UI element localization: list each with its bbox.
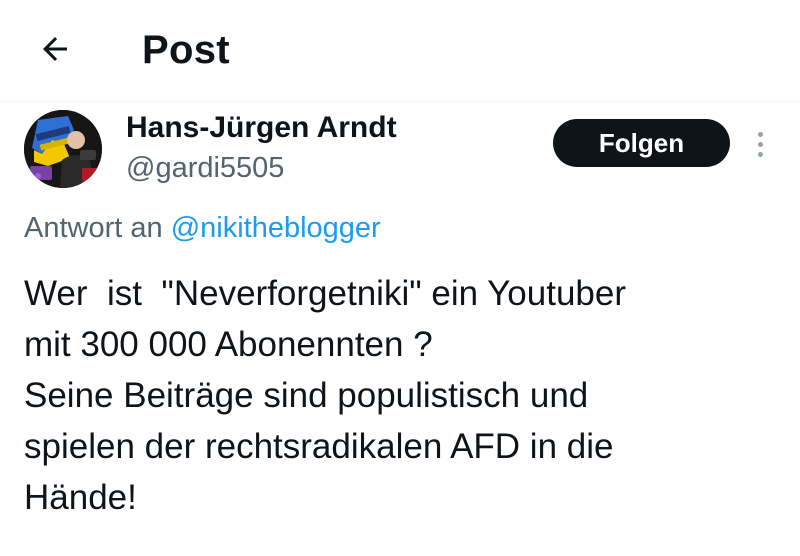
- page-title: Post: [142, 28, 230, 72]
- avatar-image: [24, 110, 102, 188]
- avatar[interactable]: [24, 110, 102, 188]
- author-handle[interactable]: @gardi5505: [126, 150, 284, 186]
- reply-to-handle-link[interactable]: @nikitheblogger: [171, 212, 381, 244]
- more-vertical-icon-dot: [757, 131, 763, 137]
- reply-prefix: Antwort an: [24, 212, 171, 244]
- arrow-left-icon: [43, 37, 67, 61]
- more-options-button[interactable]: [748, 124, 772, 164]
- follow-button[interactable]: Folgen: [553, 119, 730, 167]
- reply-context: Antwort an @nikitheblogger: [24, 209, 381, 247]
- post-page: Post Hans-Jürgen Arndt @gardi5505 Folgen…: [0, 0, 800, 556]
- author-display-name[interactable]: Hans-Jürgen Arndt: [126, 109, 397, 147]
- top-app-bar: Post: [0, 0, 800, 102]
- more-vertical-icon-dot: [757, 151, 763, 157]
- more-vertical-icon-dot: [757, 141, 763, 147]
- back-button[interactable]: [36, 30, 74, 68]
- post-text: Wer ist "Neverforgetniki" ein Youtuber m…: [24, 274, 627, 517]
